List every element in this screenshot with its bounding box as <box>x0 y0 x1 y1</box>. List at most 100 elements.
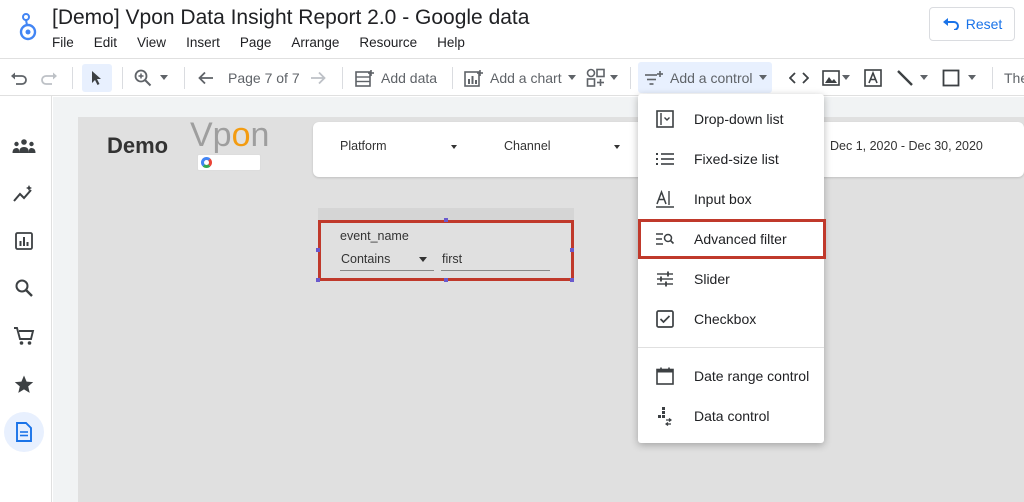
image-button[interactable] <box>822 59 850 96</box>
menu-item-date-range-control[interactable]: Date range control <box>638 356 824 396</box>
calendar-icon <box>655 366 675 386</box>
advanced-filter-operator[interactable]: Contains <box>341 252 390 266</box>
redo-button[interactable] <box>40 59 58 96</box>
document-icon[interactable] <box>10 418 38 446</box>
chevron-down-icon <box>842 75 850 80</box>
checkbox-icon <box>655 309 675 329</box>
undo-icon <box>11 72 27 85</box>
add-chart-button[interactable]: Add a chart <box>464 59 576 96</box>
add-chart-icon <box>464 69 483 87</box>
audience-icon[interactable] <box>10 132 38 160</box>
shape-button[interactable] <box>942 59 976 96</box>
community-visualizations-button[interactable] <box>586 59 618 96</box>
menu-item-data-control[interactable]: Data control <box>638 396 824 436</box>
arrow-left-icon <box>198 71 213 84</box>
looker-studio-logo-icon[interactable] <box>16 12 40 42</box>
arrow-right-icon <box>311 71 326 84</box>
code-icon <box>789 71 809 84</box>
resize-handle[interactable] <box>570 278 574 282</box>
menu-arrange[interactable]: Arrange <box>291 35 339 50</box>
previous-page-button[interactable] <box>198 59 214 96</box>
menu-help[interactable]: Help <box>437 35 465 50</box>
platform-filter[interactable]: Platform <box>340 139 387 153</box>
insights-icon[interactable] <box>10 180 38 208</box>
chevron-down-icon <box>419 257 427 262</box>
toolbar-divider <box>184 67 185 89</box>
menu-insert[interactable]: Insert <box>186 35 220 50</box>
undo-button[interactable] <box>10 59 28 96</box>
toolbar-divider <box>992 67 993 89</box>
document-title[interactable]: [Demo] Vpon Data Insight Report 2.0 - Go… <box>52 6 529 30</box>
vpon-logo-text-o: o <box>231 116 251 154</box>
menu-item-fixed-size-list[interactable]: Fixed-size list <box>638 139 824 179</box>
add-data-label: Add data <box>381 69 438 86</box>
vpon-logo-text-a: Vp <box>190 116 232 154</box>
menu-item-dropdown-list[interactable]: Drop-down list <box>638 99 824 139</box>
zoom-icon <box>134 69 152 86</box>
date-range-control[interactable]: Dec 1, 2020 - Dec 30, 2020 <box>830 139 983 153</box>
chevron-down-icon <box>758 75 767 80</box>
report-chart-icon[interactable] <box>10 227 38 255</box>
chevron-down-icon <box>160 75 168 80</box>
redo-icon <box>41 72 57 85</box>
resize-handle[interactable] <box>570 248 574 252</box>
menu-item-label: Date range control <box>694 368 810 384</box>
menu-item-label: Fixed-size list <box>694 151 779 167</box>
menu-item-checkbox[interactable]: Checkbox <box>638 299 824 339</box>
google-partner-badge <box>197 154 261 171</box>
menu-item-label: Slider <box>694 271 730 287</box>
line-button[interactable] <box>896 59 928 96</box>
embed-code-button[interactable] <box>789 59 809 96</box>
menu-item-slider[interactable]: Slider <box>638 259 824 299</box>
advanced-filter-value-input[interactable]: first <box>442 252 462 266</box>
text-box-icon <box>864 68 882 87</box>
google-logo-icon <box>201 157 212 168</box>
reset-button[interactable]: Reset <box>929 7 1015 41</box>
line-icon <box>897 69 913 86</box>
menu-page[interactable]: Page <box>240 35 272 50</box>
undo-arrow-icon <box>942 18 959 30</box>
menu-edit[interactable]: Edit <box>94 35 117 50</box>
left-sidebar <box>0 96 52 502</box>
menu-item-input-box[interactable]: Input box <box>638 179 824 219</box>
menu-file[interactable]: File <box>52 35 74 50</box>
add-control-menu: Drop-down list Fixed-size list Input box… <box>638 94 824 443</box>
chevron-down-icon <box>968 75 976 80</box>
chevron-down-icon <box>920 75 928 80</box>
theme-layout-button[interactable]: The <box>1004 59 1024 96</box>
menu-item-label: Data control <box>694 408 770 424</box>
star-icon[interactable] <box>10 370 38 398</box>
menu-item-label: Input box <box>694 191 752 207</box>
add-control-button[interactable]: Add a control <box>644 59 767 96</box>
chevron-down-icon <box>451 145 457 149</box>
menu-bar: File Edit View Insert Page Arrange Resou… <box>52 35 485 50</box>
input-box-icon <box>655 189 675 209</box>
add-chart-label: Add a chart <box>490 69 562 86</box>
resize-handle[interactable] <box>444 218 448 222</box>
next-page-button[interactable] <box>310 59 326 96</box>
resize-handle[interactable] <box>316 278 320 282</box>
menu-view[interactable]: View <box>137 35 166 50</box>
vpon-logo: Vpon <box>190 116 269 155</box>
vpon-logo-text-n: n <box>250 116 270 154</box>
shopping-cart-icon[interactable] <box>10 322 38 350</box>
rectangle-icon <box>942 69 960 86</box>
zoom-button[interactable] <box>134 59 168 96</box>
select-tool-button[interactable] <box>82 64 112 92</box>
reset-label: Reset <box>965 16 1003 32</box>
add-data-button[interactable]: Add data <box>355 59 437 96</box>
search-icon[interactable] <box>10 274 38 302</box>
menu-resource[interactable]: Resource <box>359 35 417 50</box>
add-data-icon <box>355 69 374 87</box>
advanced-filter-field: event_name <box>340 229 409 243</box>
channel-filter[interactable]: Channel <box>504 139 551 153</box>
toolbar-divider <box>122 67 123 89</box>
text-box-button[interactable] <box>864 59 882 96</box>
chevron-down-icon <box>614 145 620 149</box>
dropdown-list-icon <box>655 109 675 129</box>
resize-handle[interactable] <box>316 248 320 252</box>
resize-handle[interactable] <box>444 278 448 282</box>
page-indicator: Page 7 of 7 <box>228 69 300 86</box>
menu-divider <box>638 347 824 348</box>
fixed-list-icon <box>655 149 675 169</box>
